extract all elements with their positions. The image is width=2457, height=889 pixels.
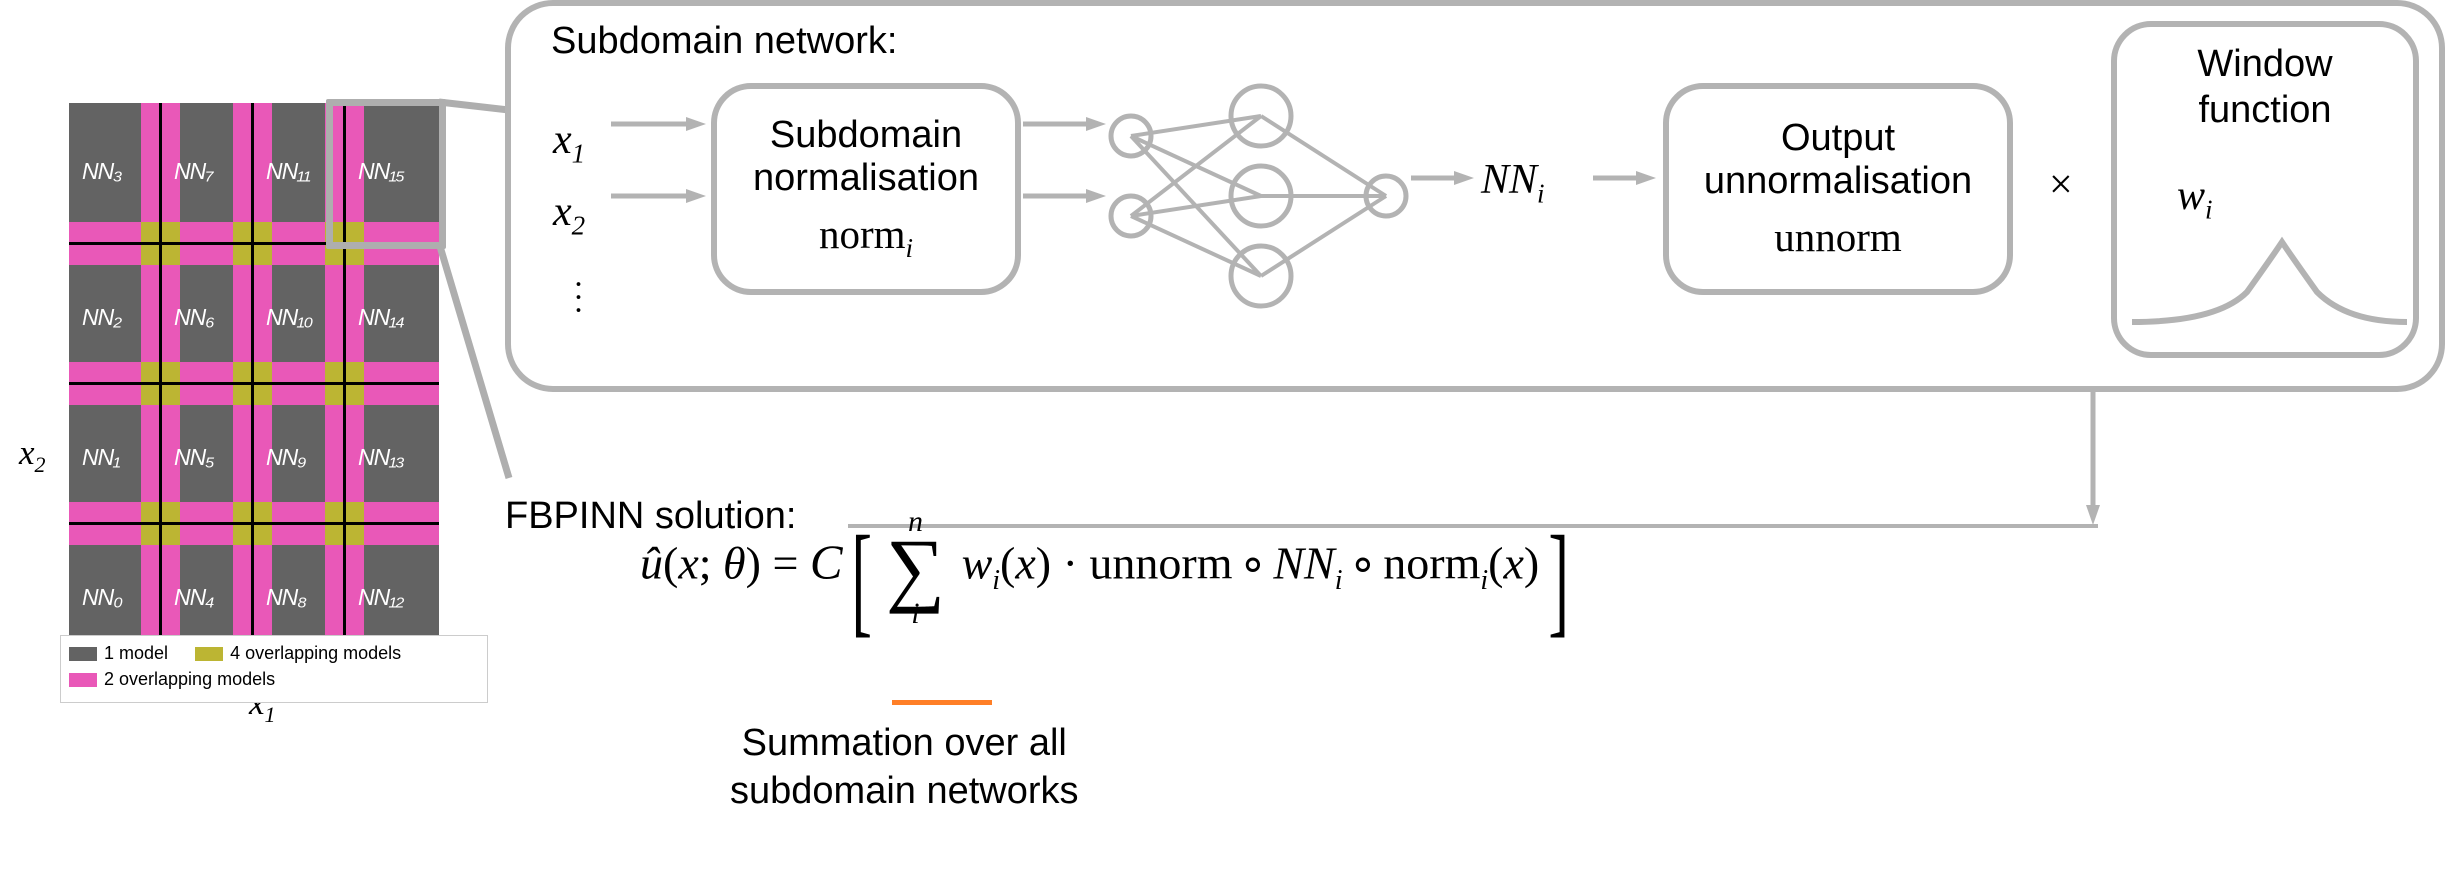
cell-label: NN₄ [174, 584, 213, 611]
legend-label: 1 model [104, 643, 168, 664]
legend-item: 4 overlapping models [195, 643, 401, 664]
window-curve-icon [2127, 217, 2412, 337]
neural-network-icon [1081, 81, 1411, 316]
cell-label: NN₆ [174, 304, 213, 331]
legend-item: 1 model [69, 643, 168, 664]
cell-label: NN₁₁ [266, 158, 310, 185]
norm-box: Subdomainnormalisation normi [711, 83, 1021, 295]
unnorm-title: Outputunnormalisation [1704, 117, 1972, 203]
cell-label: NN₁₄ [358, 304, 404, 331]
arrow-icon [1593, 166, 1663, 196]
subdomain-container: Subdomain network: x1 x2 ··· Subdomainno… [505, 0, 2445, 392]
cell-label: NN₁₂ [358, 584, 403, 611]
highlight-box [326, 99, 446, 249]
y-axis-label: x2 [19, 433, 46, 478]
cell-label: NN₅ [174, 444, 213, 471]
grid-line [69, 522, 439, 525]
summation-note: Summation over allsubdomain networks [730, 720, 1079, 815]
legend-item: 2 overlapping models [69, 669, 275, 690]
legend: 1 model 4 overlapping models 2 overlappi… [60, 635, 488, 703]
legend-swatch [195, 647, 223, 661]
vdots-icon: ··· [573, 279, 581, 319]
multiply-sign: × [2049, 161, 2073, 209]
arrow-icon [611, 109, 711, 229]
legend-swatch [69, 673, 97, 687]
grid-line [69, 382, 439, 385]
underline [892, 700, 992, 705]
window-box: Windowfunction wi [2111, 21, 2419, 358]
arrow-icon [1411, 166, 1481, 196]
cell-label: NN₉ [266, 444, 305, 471]
norm-title: Subdomainnormalisation [753, 114, 979, 200]
legend-label: 2 overlapping models [104, 669, 275, 690]
cell-label: NN₁ [82, 444, 119, 471]
arrow-down-icon [2081, 392, 2111, 532]
cell-label: NN₀ [82, 584, 122, 611]
nn-output-label: NNi [1481, 156, 1545, 209]
window-title: Windowfunction [2117, 42, 2413, 133]
unnorm-box: Outputunnormalisation unnorm [1663, 83, 2013, 295]
cell-label: NN₃ [82, 158, 121, 185]
input-labels: x1 x2 [553, 105, 585, 250]
cell-label: NN₁₃ [358, 444, 404, 471]
cell-label: NN₈ [266, 584, 306, 611]
unnorm-formula: unnorm [1774, 213, 1902, 261]
solution-formula: û(x; θ) = C [ n ∑ i wi(x) · unnorm∘NNi∘n… [640, 507, 1566, 629]
legend-swatch [69, 647, 97, 661]
legend-label: 4 overlapping models [230, 643, 401, 664]
cell-label: NN₁₀ [266, 304, 312, 331]
cell-label: NN₇ [174, 158, 212, 185]
subdomain-header: Subdomain network: [551, 20, 897, 63]
cell-label: NN₂ [82, 304, 121, 331]
norm-formula: normi [819, 210, 913, 264]
